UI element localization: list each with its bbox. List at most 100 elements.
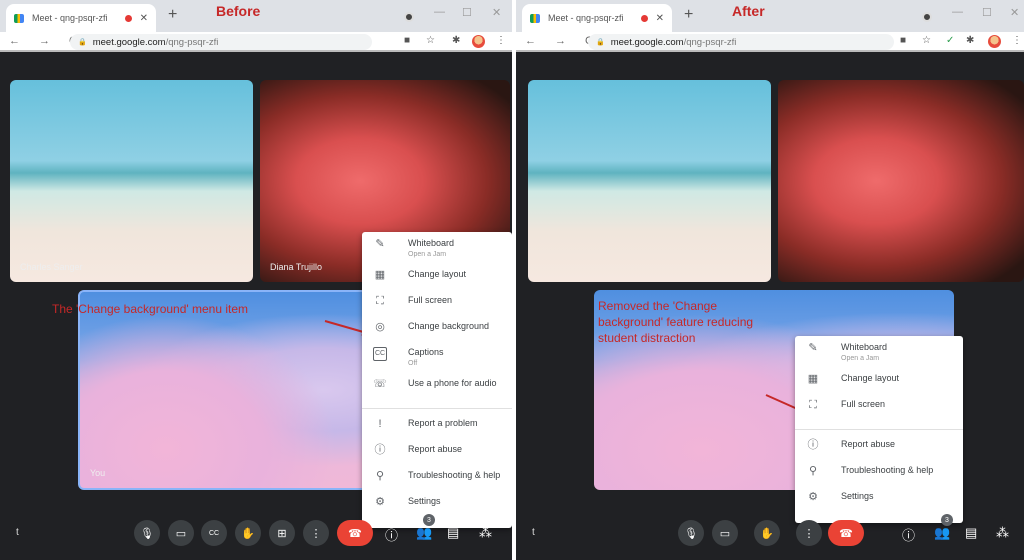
tab-title: Meet - qng-psqr-zfi — [32, 13, 108, 23]
close-tab-icon[interactable]: ✕ — [140, 13, 148, 24]
profile-avatar[interactable] — [472, 35, 485, 48]
url-field[interactable]: 🔒 meet.google.com/qng-psqr-zfi — [70, 34, 372, 50]
menu-item-change-layout[interactable]: ▦ Change layout — [795, 373, 963, 399]
menu-item-change-background[interactable]: ◎ Change background — [362, 321, 512, 347]
browser-tab[interactable]: Meet - qng-psqr-zfi ✕ — [6, 4, 156, 32]
more-options-button[interactable]: ⋮ — [796, 520, 822, 546]
bookmark-star-icon[interactable]: ☆ — [922, 35, 931, 46]
menu-item-captions[interactable]: CC Captions Off — [362, 347, 512, 378]
after-heading: After — [732, 3, 765, 19]
menu-item-full-screen[interactable]: ⛶ Full screen — [795, 399, 963, 425]
camera-icon[interactable]: ■ — [404, 35, 410, 46]
close-window-button[interactable]: ✕ — [492, 6, 501, 19]
people-button[interactable]: 👥 — [416, 525, 432, 541]
mic-button[interactable]: 🎙 — [134, 520, 160, 546]
new-tab-button[interactable]: + — [684, 6, 693, 24]
more-vert-icon: ⋮ — [310, 527, 322, 540]
minimize-button[interactable]: — — [434, 6, 445, 18]
back-button[interactable]: ← — [9, 35, 20, 47]
forward-button[interactable]: → — [555, 35, 566, 47]
troubleshoot-icon: ⚲ — [375, 470, 385, 482]
participant-tile[interactable] — [528, 80, 771, 282]
menu-divider — [362, 408, 512, 409]
browser-menu-icon[interactable]: ⋮ — [1012, 35, 1022, 46]
menu-item-report-problem[interactable]: ! Report a problem — [362, 418, 512, 444]
url-field[interactable]: 🔒 meet.google.com/qng-psqr-zfi — [588, 34, 894, 50]
call-controls-bar: t 🎙 ▭ CC ✋ ⊞ ⋮ ☎ ⓘ 3 👥 ▤ ⁂ — [0, 508, 512, 560]
annotation-text: The 'Change background' menu item — [52, 302, 249, 316]
captions-icon: CC — [208, 529, 220, 537]
menu-item-whiteboard[interactable]: ✎ Whiteboard Open a Jam — [362, 238, 512, 269]
menu-item-full-screen[interactable]: ⛶ Full screen — [362, 295, 512, 321]
hangup-icon: ☎ — [348, 527, 362, 540]
browser-menu-icon[interactable]: ⋮ — [496, 35, 506, 46]
close-window-button[interactable]: ✕ — [1010, 6, 1019, 19]
people-button[interactable]: 👥 — [934, 525, 950, 541]
back-button[interactable]: ← — [525, 35, 536, 47]
activities-button[interactable]: ⁂ — [996, 525, 1009, 541]
extensions-icon[interactable]: ✱ — [452, 35, 460, 46]
menu-item-change-layout[interactable]: ▦ Change layout — [362, 269, 512, 295]
phone-add-icon: ☏ — [373, 378, 387, 390]
leave-call-button[interactable]: ☎ — [337, 520, 373, 546]
bookmark-star-icon[interactable]: ☆ — [426, 35, 435, 46]
extension-green-icon[interactable]: ✓ — [946, 35, 954, 46]
address-bar-row: ← → C 🔒 meet.google.com/qng-psqr-zfi ■ ☆… — [0, 32, 512, 52]
captions-button[interactable]: CC — [201, 520, 227, 546]
profile-avatar[interactable] — [988, 35, 1001, 48]
mic-icon: 🎙 — [684, 527, 698, 540]
meeting-info-button[interactable]: ⓘ — [385, 525, 398, 544]
participant-tile[interactable] — [778, 80, 1024, 282]
meet-favicon — [14, 13, 24, 23]
chat-button[interactable]: ▤ — [447, 525, 459, 541]
background-icon: ◎ — [375, 321, 385, 333]
menu-item-troubleshooting[interactable]: ⚲ Troubleshooting & help — [795, 465, 963, 491]
layout-icon: ▦ — [807, 373, 819, 385]
alert-icon: ⓘ — [374, 444, 386, 456]
url-path: /qng-psqr-zfi — [683, 36, 737, 48]
chat-button[interactable]: ▤ — [965, 525, 977, 541]
menu-divider — [795, 429, 963, 430]
call-controls-bar: t 🎙 ▭ ✋ ⋮ ☎ ⓘ 3 👥 ▤ ⁂ — [516, 508, 1024, 560]
minimize-button[interactable]: — — [952, 6, 963, 18]
browser-tab[interactable]: Meet - qng-psqr-zfi ✕ — [522, 4, 672, 32]
mic-button[interactable]: 🎙 — [678, 520, 704, 546]
profile-indicator-icon[interactable] — [404, 12, 414, 22]
after-panel: Meet - qng-psqr-zfi ✕ + After — ☐ ✕ ← → … — [516, 0, 1024, 560]
tab-title: Meet - qng-psqr-zfi — [548, 13, 624, 23]
more-options-button[interactable]: ⋮ — [303, 520, 329, 546]
meeting-info-button[interactable]: ⓘ — [902, 525, 915, 544]
menu-item-report-abuse[interactable]: ⓘ Report abuse — [362, 444, 512, 470]
close-tab-icon[interactable]: ✕ — [656, 13, 664, 24]
pencil-icon: ✎ — [375, 238, 385, 250]
activities-button[interactable]: ⁂ — [479, 525, 492, 541]
more-options-menu: ✎ Whiteboard Open a Jam ▦ Change layout ⛶ Fu… — [795, 336, 963, 523]
maximize-button[interactable]: ☐ — [982, 6, 992, 19]
new-tab-button[interactable]: + — [168, 6, 177, 24]
menu-item-report-abuse[interactable]: ⓘ Report abuse — [795, 439, 963, 465]
hand-icon: ✋ — [241, 527, 255, 540]
url-path: /qng-psqr-zfi — [165, 36, 219, 48]
url-host: meet.google.com — [610, 36, 684, 48]
raise-hand-button[interactable]: ✋ — [754, 520, 780, 546]
present-button[interactable]: ⊞ — [269, 520, 295, 546]
lock-icon: 🔒 — [78, 39, 87, 46]
more-options-menu: ✎ Whiteboard Open a Jam ▦ Change layout ⛶ Fu… — [362, 232, 512, 528]
raise-hand-button[interactable]: ✋ — [235, 520, 261, 546]
participant-tile[interactable]: Charles Sanger — [10, 80, 253, 282]
participant-name: Diana Trujillo — [270, 262, 323, 272]
camera-button[interactable]: ▭ — [168, 520, 194, 546]
before-heading: Before — [216, 3, 261, 19]
forward-button[interactable]: → — [39, 35, 50, 47]
menu-item-whiteboard[interactable]: ✎ Whiteboard Open a Jam — [795, 342, 963, 373]
extensions-icon[interactable]: ✱ — [966, 35, 974, 46]
menu-item-phone-audio[interactable]: ☏ Use a phone for audio — [362, 378, 512, 404]
meet-favicon — [530, 13, 540, 23]
meeting-details: t — [16, 527, 19, 538]
camera-icon[interactable]: ■ — [900, 35, 906, 46]
profile-indicator-icon[interactable] — [922, 12, 932, 22]
menu-item-troubleshooting[interactable]: ⚲ Troubleshooting & help — [362, 470, 512, 496]
maximize-button[interactable]: ☐ — [462, 6, 472, 19]
leave-call-button[interactable]: ☎ — [828, 520, 864, 546]
camera-button[interactable]: ▭ — [712, 520, 738, 546]
